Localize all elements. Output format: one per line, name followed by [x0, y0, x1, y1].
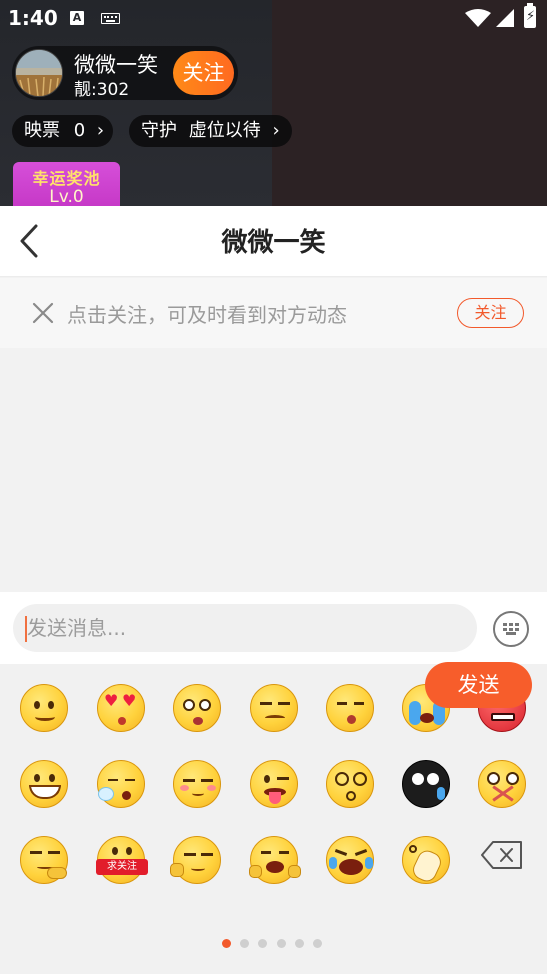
black-sweat-emoji[interactable] — [402, 760, 450, 808]
guard-label: 守护 — [141, 120, 177, 141]
heart-eyes-kiss-emoji[interactable]: ♥ ♥ — [97, 684, 145, 732]
message-input[interactable] — [13, 604, 477, 652]
page-dot-1[interactable] — [222, 939, 231, 948]
status-bar: 1:40 A ⚡ — [0, 0, 547, 36]
tip-follow-button[interactable]: 关注 — [457, 298, 524, 328]
ticket-label: 映票 — [24, 120, 60, 141]
chat-title: 微微一笑 — [221, 228, 326, 258]
chat-input-bar — [0, 592, 547, 664]
host-avatar[interactable] — [15, 49, 63, 97]
ticket-count: 0 — [73, 120, 86, 141]
drool-emoji[interactable] — [173, 684, 221, 732]
ticket-chip[interactable]: 映票 0 › — [12, 115, 113, 147]
smirk-emoji[interactable] — [170, 836, 221, 884]
close-icon[interactable] — [30, 300, 56, 326]
host-stat: 靓:302 — [74, 80, 130, 100]
keyboard-icon — [503, 623, 519, 635]
guard-chip[interactable]: 守护 虚位以待 › — [129, 115, 292, 147]
page-dot-4[interactable] — [277, 939, 286, 948]
shy-emoji[interactable] — [173, 760, 221, 808]
keyboard-icon — [101, 13, 120, 24]
facepalm-emoji[interactable] — [402, 836, 450, 885]
host-follow-button[interactable]: 关注 — [173, 51, 234, 95]
laugh-cry-emoji[interactable] — [326, 836, 374, 884]
disdain-emoji[interactable] — [250, 684, 298, 732]
grin-emoji[interactable] — [20, 760, 68, 808]
chevron-right-icon: › — [272, 120, 280, 141]
keyboard-toggle-button[interactable] — [493, 611, 529, 647]
beg-follow-emoji[interactable]: 求关注 — [96, 836, 148, 884]
message-list[interactable] — [0, 348, 547, 592]
chat-header: 微微一笑 — [0, 206, 547, 277]
dizzy-emoji[interactable] — [326, 760, 374, 808]
lucky-pool-title: 幸运奖池 — [32, 169, 101, 188]
battery-icon: ⚡ — [524, 3, 536, 28]
page-dot-3[interactable] — [258, 939, 267, 948]
page-dot-2[interactable] — [240, 939, 249, 948]
page-dot-6[interactable] — [313, 939, 322, 948]
beg-follow-label: 求关注 — [96, 859, 148, 875]
mouth-zipped-emoji[interactable] — [478, 760, 526, 808]
wifi-icon — [465, 9, 491, 27]
thinking-emoji[interactable] — [20, 836, 68, 884]
backspace-icon[interactable] — [481, 840, 523, 870]
private-chat-sheet: 微微一笑 点击关注，可及时看到对方动态 关注 ♥♥ — [0, 206, 547, 974]
tongue-wink-emoji[interactable] — [250, 760, 298, 808]
follow-tip-text: 点击关注，可及时看到对方动态 — [67, 303, 347, 327]
emoji-page-indicator — [222, 939, 332, 949]
page-dot-5[interactable] — [295, 939, 304, 948]
host-info-pill[interactable]: 微微一笑 靓:302 关注 — [12, 46, 238, 100]
lucky-pool-badge[interactable]: 幸运奖池 Lv.0 — [13, 162, 120, 212]
emoji-panel: ♥ ♥ 求关注 — [0, 664, 547, 974]
text-caret — [25, 616, 27, 642]
lucky-pool-level: Lv.0 — [49, 187, 84, 207]
giggle-emoji[interactable] — [249, 836, 301, 884]
chevron-right-icon: › — [96, 120, 105, 141]
follow-tip-banner: 点击关注，可及时看到对方动态 关注 — [0, 278, 547, 348]
sleepy-emoji[interactable] — [97, 760, 145, 808]
status-time: 1:40 — [8, 6, 58, 30]
smile-emoji[interactable] — [20, 684, 68, 732]
signal-icon — [496, 9, 514, 27]
send-button[interactable]: 发送 — [425, 662, 532, 708]
input-method-icon: A — [70, 11, 84, 25]
guard-value: 虚位以待 — [188, 120, 261, 141]
avatar-image — [16, 50, 62, 96]
shh-emoji[interactable] — [326, 684, 374, 732]
